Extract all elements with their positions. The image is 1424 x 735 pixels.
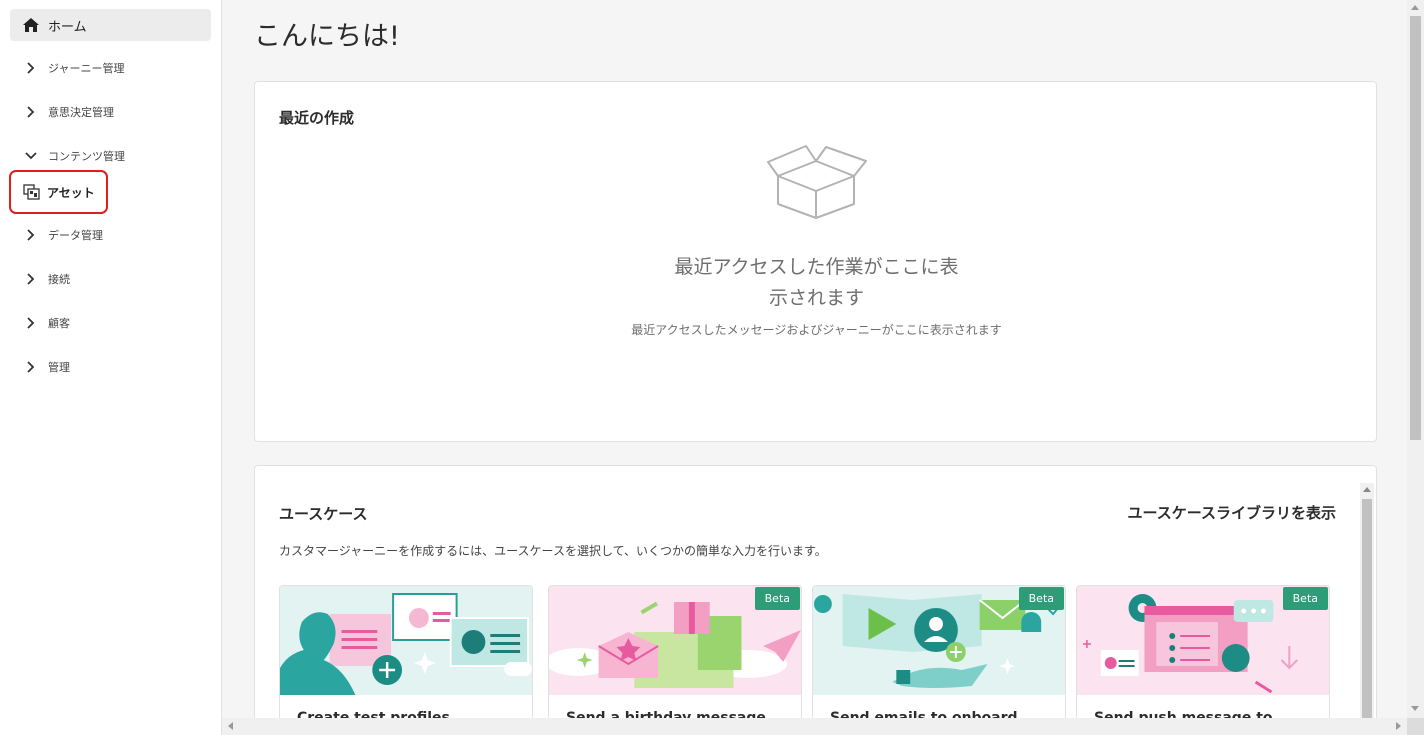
- use-cases-title: ユースケース: [279, 505, 368, 523]
- scrollbar-corner: [1407, 718, 1424, 735]
- sidebar-item-connections[interactable]: 接続: [24, 269, 70, 289]
- sidebar-item-label: 顧客: [48, 317, 70, 330]
- beta-badge: Beta: [1282, 587, 1328, 610]
- sidebar-item-label: 意思決定管理: [48, 106, 114, 119]
- chevron-down-icon: [25, 152, 37, 160]
- sidebar: ホーム ジャーニー管理 意思決定管理 コンテンツ管理 アセット データ管理 接続…: [0, 0, 222, 735]
- recent-title: 最近の作成: [279, 109, 355, 127]
- view-library-link[interactable]: ユースケースライブラリを表示: [1127, 502, 1336, 523]
- empty-state-title: 最近アクセスした作業がここに表 示されます: [255, 252, 1378, 314]
- scroll-right-arrow-icon[interactable]: [1396, 722, 1401, 730]
- scroll-up-arrow-icon[interactable]: [1363, 487, 1371, 492]
- assets-icon: [23, 184, 40, 200]
- sidebar-item-customers[interactable]: 顧客: [24, 313, 70, 333]
- page-vertical-scrollbar[interactable]: [1407, 0, 1424, 735]
- scrollbar-thumb[interactable]: [1362, 499, 1372, 735]
- chevron-right-icon: [27, 62, 35, 74]
- sidebar-item-journey[interactable]: ジャーニー管理: [24, 58, 124, 78]
- scrollbar-thumb[interactable]: [1410, 16, 1421, 440]
- empty-box-icon: [767, 145, 867, 219]
- empty-state-subtitle: 最近アクセスしたメッセージおよびジャーニーがここに表示されます: [631, 323, 1002, 337]
- use-cases-scrollbar[interactable]: [1360, 483, 1374, 735]
- sidebar-item-label: ホーム: [48, 19, 87, 35]
- sidebar-item-data[interactable]: データ管理: [24, 225, 103, 245]
- use-case-card[interactable]: Create test profiles: [279, 585, 533, 735]
- chevron-right-icon: [27, 273, 35, 285]
- beta-badge: Beta: [754, 587, 800, 610]
- sidebar-item-label: コンテンツ管理: [48, 150, 125, 163]
- page-title: こんにちは!: [254, 21, 400, 52]
- sidebar-item-label: 接続: [48, 273, 70, 286]
- test-profiles-illustration: [280, 586, 532, 695]
- chevron-right-icon: [27, 317, 35, 329]
- beta-badge: Beta: [1018, 587, 1064, 610]
- recent-card: 最近の作成 最近アクセスした作業がここに表 示されます 最近アクセスしたメッセー…: [254, 81, 1377, 442]
- use-case-card[interactable]: Beta Send emails to onboard: [812, 585, 1066, 735]
- sidebar-item-admin[interactable]: 管理: [24, 357, 70, 377]
- sidebar-item-label: ジャーニー管理: [48, 62, 125, 75]
- chevron-right-icon: [27, 229, 35, 241]
- empty-title-line1: 最近アクセスした作業がここに表: [674, 256, 959, 278]
- use-case-card[interactable]: Beta Send a birthday message: [548, 585, 802, 735]
- use-case-card[interactable]: Beta Send push message to: [1076, 585, 1330, 735]
- chevron-right-icon: [27, 106, 35, 118]
- scroll-up-arrow-icon[interactable]: [1411, 5, 1419, 10]
- sidebar-item-label: 管理: [48, 361, 70, 374]
- page-horizontal-scrollbar[interactable]: [222, 718, 1407, 735]
- sidebar-item-home[interactable]: ホーム: [10, 9, 211, 41]
- sidebar-item-decision[interactable]: 意思決定管理: [24, 102, 114, 122]
- scroll-down-arrow-icon[interactable]: [1411, 706, 1419, 711]
- sidebar-item-label: データ管理: [48, 229, 103, 242]
- sidebar-item-label: アセット: [47, 185, 95, 200]
- use-cases-card: ユースケース ユースケースライブラリを表示 カスタマージャーニーを作成するには、…: [254, 465, 1377, 735]
- home-icon: [23, 18, 39, 32]
- chevron-right-icon: [27, 361, 35, 373]
- use-cases-description: カスタマージャーニーを作成するには、ユースケースを選択して、いくつかの簡単な入力…: [279, 544, 827, 558]
- scroll-left-arrow-icon[interactable]: [228, 722, 233, 730]
- empty-title-line2: 示されます: [768, 287, 864, 309]
- sidebar-item-assets[interactable]: アセット: [9, 170, 108, 214]
- sidebar-item-content[interactable]: コンテンツ管理: [24, 146, 125, 166]
